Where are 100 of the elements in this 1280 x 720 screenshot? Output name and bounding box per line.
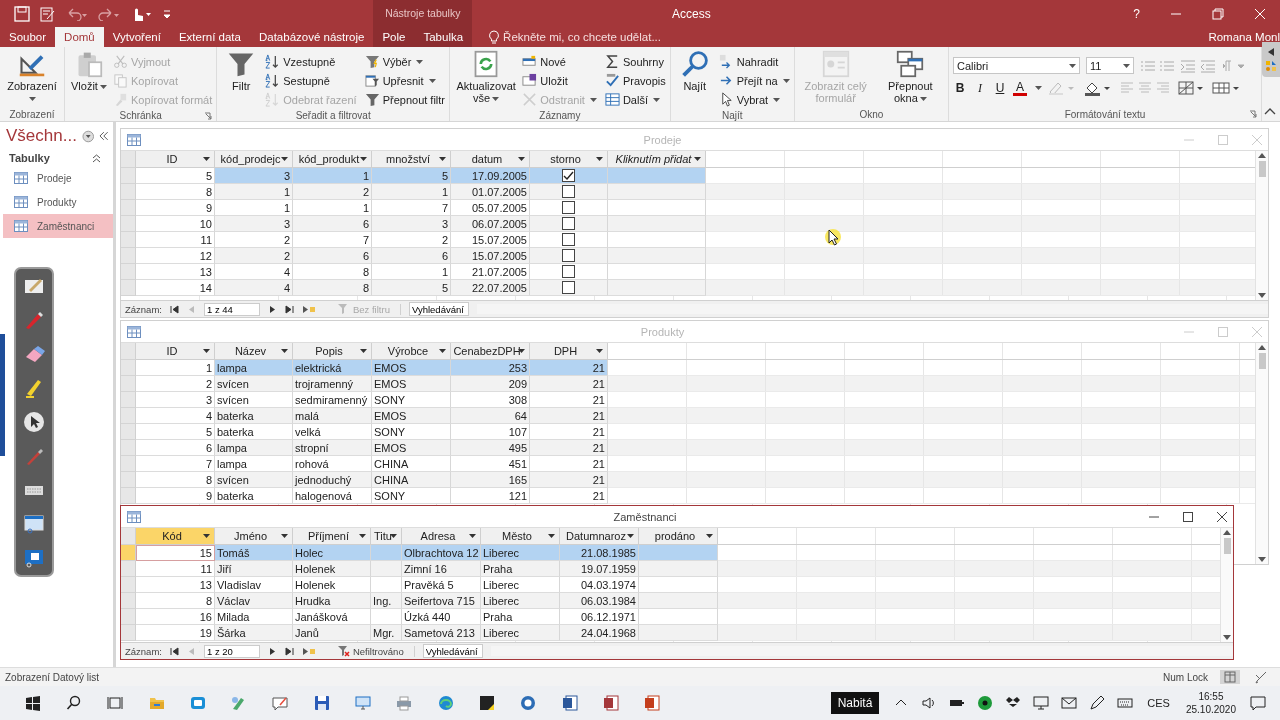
ribbon-button[interactable]: Aktualizovat vše [454,50,519,109]
format-button[interactable]: A [1013,80,1027,96]
vertical-scrollbar[interactable] [1220,528,1233,642]
navigation-item[interactable]: Zaměstnanci [3,214,113,238]
ribbon-button[interactable]: Vzestupně [265,52,357,71]
last-record-icon[interactable] [284,646,294,656]
customize-icon[interactable] [162,7,172,20]
clock-date[interactable]: 25.10.2020 [1185,703,1236,716]
pen-toolbar-tab[interactable] [1262,42,1280,77]
table-row[interactable]: 19 Šárka Janů Mgr. Sametová 213 Liberec 24.04.1968 [121,625,1220,641]
dropdown-arrow-icon[interactable] [203,157,210,161]
scroll-down-icon[interactable] [1258,557,1266,562]
checkbox[interactable] [562,169,575,182]
table-row[interactable]: 11 Jiří Holenek Zimní 16 Praha 19.07.1959 [121,561,1220,577]
table-row[interactable]: 12 2 6 6 15.07.2005 [121,248,1255,264]
ribbon-tab[interactable]: Domů [55,27,104,47]
column-header[interactable]: ID [136,151,215,168]
maximize-icon[interactable] [1183,511,1193,522]
ribbon-button[interactable]: Upřesnit [364,71,446,90]
column-header[interactable]: Datumnaroz [560,528,639,545]
notification-icon[interactable] [1250,695,1266,711]
dialog-launcher-icon[interactable] [204,112,213,120]
table-row[interactable]: 2 svícen trojramenný EMOS 209 21 [121,376,1255,392]
ribbon-button[interactable]: Přepnout okna [876,50,944,107]
ribbon-button[interactable]: Zobrazení [4,50,60,107]
column-header[interactable]: Kliknutím přidat [608,151,706,168]
language-indicator[interactable]: CES [1139,697,1178,709]
search-field[interactable]: Vyhledávání [422,644,483,658]
column-header[interactable]: Popis [293,343,372,360]
screenshot-icon[interactable] [23,513,45,535]
navigation-item[interactable]: Produkty [3,190,113,214]
ribbon-button[interactable]: Souhrny [604,52,666,71]
table-row[interactable]: 11 2 7 2 15.07.2005 [121,232,1255,248]
dropdown-arrow-icon[interactable] [518,157,525,161]
ribbon-button[interactable]: Nahradit [718,52,790,71]
column-header[interactable]: Výrobce [372,343,451,360]
dropdown-arrow-icon[interactable] [627,534,634,538]
user-name[interactable]: Romana Monl [1208,31,1280,43]
collapse-section-icon[interactable] [92,153,101,163]
column-header[interactable]: Příjmení [293,528,371,545]
navigation-item[interactable]: Prodeje [3,166,113,190]
column-header[interactable]: Název [215,343,293,360]
column-header[interactable]: Titu [371,528,402,545]
scroll-up-icon[interactable] [1258,153,1266,158]
record-number-field[interactable]: 1 z 20 [203,644,260,658]
last-record-icon[interactable] [284,304,294,314]
dropdown-arrow-icon[interactable] [281,349,288,353]
dropdown-arrow-icon[interactable] [203,534,210,538]
column-header[interactable]: DPH [530,343,608,360]
column-header[interactable]: Adresa [402,528,481,545]
checkbox[interactable] [562,265,575,278]
table-row[interactable]: 5 baterka velká SONY 107 21 [121,424,1255,440]
dropdown-arrow-icon[interactable] [596,157,603,161]
dropdown-arrow-icon[interactable] [203,349,210,353]
ribbon-button[interactable]: Vložit [68,50,109,109]
checkbox[interactable] [562,217,575,230]
horizontal-scrollbar[interactable] [476,304,1268,314]
table-row[interactable]: 15 Tomáš Holec Olbrachtova 12 Liberec 21.08.1985 [121,545,1220,561]
format-button[interactable]: I [973,80,987,96]
ribbon-button[interactable]: Sestupně [265,71,357,90]
scroll-thumb[interactable] [1258,353,1266,369]
scroll-up-icon[interactable] [1258,345,1266,350]
dropdown-arrow-icon[interactable] [518,349,525,353]
ribbon-tab[interactable]: Tabulka [414,27,473,47]
section-header[interactable]: Tabulky [9,152,50,164]
pointer-icon[interactable] [23,411,45,433]
font-size-field[interactable]: 11 [1086,57,1134,74]
save-icon[interactable] [14,5,30,22]
first-record-icon[interactable] [169,646,179,656]
column-header[interactable]: storno [530,151,608,168]
column-header[interactable]: kód_produkt [293,151,372,168]
ribbon-button[interactable]: Výběr [364,52,446,71]
form-edit-icon[interactable] [40,5,56,22]
ribbon-tab[interactable]: Vytvoření [103,27,170,47]
next-record-icon[interactable] [267,646,277,656]
checkbox[interactable] [562,249,575,262]
dropdown-arrow-icon[interactable] [439,157,446,161]
checkbox[interactable] [562,201,575,214]
scroll-up-icon[interactable] [1223,530,1231,535]
dropdown-arrow-icon[interactable] [706,534,713,538]
dropdown-arrow-icon[interactable] [439,349,446,353]
help-button[interactable]: ? [1133,6,1140,21]
collapse-ribbon-icon[interactable] [1264,107,1276,115]
table-row[interactable]: 9 baterka halogenová SONY 121 21 [121,488,1255,504]
column-header[interactable]: CenabezDPH [451,343,530,360]
column-header[interactable]: Město [481,528,560,545]
table-row[interactable]: 8 svícen jednoduchý CHINA 165 21 [121,472,1255,488]
first-record-icon[interactable] [169,304,179,314]
new-record-icon[interactable] [301,646,316,656]
column-header[interactable]: množství [372,151,451,168]
ribbon-tab[interactable]: Pole [373,27,415,47]
scroll-down-icon[interactable] [1258,293,1266,298]
dropdown-arrow-icon[interactable] [390,534,397,538]
column-header[interactable]: Jméno [215,528,293,545]
ribbon-button[interactable]: Uložit [522,71,597,90]
font-name-field[interactable]: Calibri [953,57,1080,74]
table-row[interactable]: 7 lampa rohová CHINA 451 21 [121,456,1255,472]
table-row[interactable]: 13 4 8 1 21.07.2005 [121,264,1255,280]
dialog-launcher-icon[interactable] [1249,110,1257,118]
filter-status-button[interactable]: Nefiltrováno [337,645,415,657]
